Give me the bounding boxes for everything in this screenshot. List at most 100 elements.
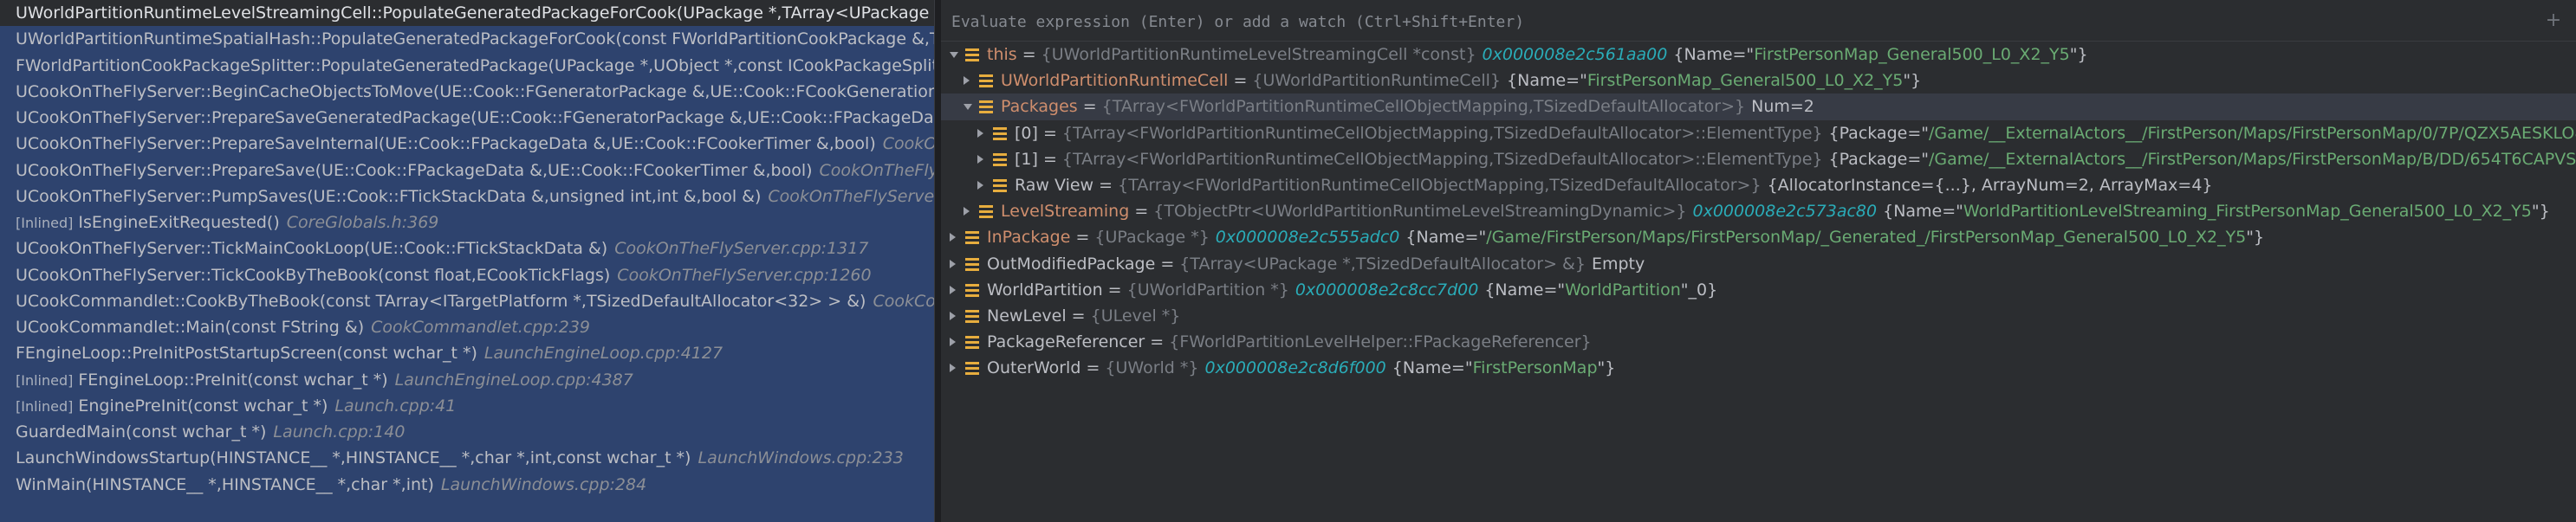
stack-frame[interactable]: LaunchWindowsStartup(HINSTANCE__ *,HINST… [0, 445, 934, 471]
variable-name: PackageReferencer [987, 332, 1145, 352]
variable-type: {UWorldPartitionRuntimeLevelStreamingCel… [1041, 45, 1476, 64]
stack-frame[interactable]: UWorldPartitionRuntimeSpatialHash::Popul… [0, 26, 934, 52]
variable-name: OutModifiedPackage [987, 254, 1156, 274]
stack-frame[interactable]: FEngineLoop::PreInitPostStartupScreen(co… [0, 340, 934, 366]
field-icon [993, 126, 1007, 140]
stack-frame[interactable]: UCookCommandlet::CookByTheBook(const TAr… [0, 288, 934, 314]
variable-row[interactable]: PackageReferencer = {FWorldPartitionLeve… [941, 329, 2576, 355]
chevron-right-icon[interactable] [950, 311, 956, 320]
stack-frame[interactable]: WinMain(HINSTANCE__ *,HINSTANCE__ *,char… [0, 472, 934, 498]
field-icon [965, 335, 979, 350]
variable-text: OuterWorld = {UWorld *} 0x000008e2c8d6f00… [987, 355, 1615, 381]
stack-frame[interactable]: [Inlined] IsEngineExitRequested() CoreGlob… [0, 209, 934, 235]
stack-frame[interactable]: UWorldPartitionRuntimeLevelStreamingCell… [0, 0, 934, 27]
chevron-right-icon[interactable] [964, 207, 970, 216]
variable-text: [0] = {TArray<FWorldPartitionRuntimeCell… [1015, 120, 2576, 146]
stack-frame[interactable]: [Inlined] FEngineLoop::PreInit(const wcha… [0, 367, 934, 393]
chevron-right-icon[interactable] [977, 154, 983, 164]
frame-source-location: CookOnTheFlyServer.cpp:1317 [614, 239, 869, 259]
variable-type: {TArray<FWorldPartitionRuntimeCellObject… [1061, 123, 1823, 143]
frame-source-location: CookOnTheFlyServer.cpp [882, 134, 934, 154]
chevron-right-icon[interactable] [950, 233, 956, 242]
variable-row[interactable]: OutModifiedPackage = {TArray<UPackage *,… [941, 251, 2576, 277]
variable-row[interactable]: [0] = {TArray<FWorldPartitionRuntimeCell… [941, 120, 2576, 146]
frame-source-location: LaunchEngineLoop.cpp:4127 [483, 344, 723, 364]
frame-function: UCookCommandlet::CookByTheBook(const TAr… [16, 291, 866, 311]
frame-function: FEngineLoop::PreInit(const wchar_t *) [78, 370, 388, 390]
variable-type: {ULevel *} [1090, 306, 1181, 325]
frame-function: UCookOnTheFlyServer::BeginCacheObjectsTo… [16, 81, 934, 101]
stack-frame[interactable]: UCookOnTheFlyServer::TickMainCookLoop(UE… [0, 235, 934, 261]
plus-icon[interactable]: + [2545, 11, 2562, 30]
variable-string-value: /Game/__ExternalActors__/FirstPerson/Map… [1929, 149, 2576, 169]
variable-type: {TArray<FWorldPartitionRuntimeCellObject… [1101, 97, 1746, 117]
chevron-right-icon[interactable] [950, 364, 956, 373]
variable-value-end: "} [2531, 202, 2550, 222]
variable-value-end: "} [2246, 228, 2265, 248]
frame-source-location: CookOnTheFlyServer.cpp:1260 [617, 265, 872, 285]
stack-frame[interactable]: [Inlined] EnginePreInit(const wchar_t *) L… [0, 393, 934, 419]
chevron-down-icon[interactable] [950, 52, 958, 58]
frame-source-location: CookCommandlet.cpp:239 [371, 318, 591, 337]
variable-row[interactable]: LevelStreaming = {TObjectPtr<UWorldParti… [941, 198, 2576, 224]
chevron-right-icon[interactable] [977, 180, 983, 190]
variable-text: NewLevel = {ULevel *} [987, 303, 1180, 329]
variable-row[interactable]: [1] = {TArray<FWorldPartitionRuntimeCell… [941, 146, 2576, 172]
chevron-right-icon[interactable] [950, 338, 956, 347]
variable-row[interactable]: NewLevel = {ULevel *} [941, 303, 2576, 329]
variable-row[interactable]: WorldPartition = {UWorldPartition *} 0x00… [941, 277, 2576, 303]
frame-function: UWorldPartitionRuntimeLevelStreamingCell… [16, 3, 934, 23]
variable-row[interactable]: InPackage = {UPackage *} 0x000008e2c555ad… [941, 224, 2576, 250]
variable-text: InPackage = {UPackage *} 0x000008e2c555ad… [987, 224, 2264, 250]
variable-value: {Package=" [1828, 123, 1929, 143]
chevron-down-icon[interactable] [964, 104, 972, 111]
variable-name: [0] [1015, 123, 1038, 143]
chevron-right-icon[interactable] [950, 285, 956, 294]
field-icon [965, 256, 979, 271]
variable-row[interactable]: UWorldPartitionRuntimeCell = {UWorldPart… [941, 68, 2576, 93]
variable-row[interactable]: Raw View = {TArray<FWorldPartitionRuntim… [941, 172, 2576, 198]
variable-name: UWorldPartitionRuntimeCell [1001, 71, 1229, 91]
variable-type: {UWorldPartition *} [1126, 280, 1289, 300]
chevron-right-icon[interactable] [950, 259, 956, 268]
variable-name: NewLevel [987, 306, 1067, 325]
variable-address: 0x000008e2c8cc7d00 [1294, 280, 1479, 300]
variable-name: Packages [1001, 97, 1078, 117]
equals-sign: = [1102, 280, 1127, 300]
inlined-tag: [Inlined] [16, 397, 74, 415]
stack-frame[interactable]: UCookOnTheFlyServer::PrepareSaveInternal… [0, 131, 934, 157]
stack-frame[interactable]: UCookOnTheFlyServer::BeginCacheObjectsTo… [0, 79, 934, 105]
equals-sign: = [1080, 358, 1106, 378]
frame-function: IsEngineExitRequested() [78, 213, 280, 232]
frame-function: UCookOnTheFlyServer::PumpSaves(UE::Cook:… [16, 186, 762, 206]
stack-frame[interactable]: UCookOnTheFlyServer::TickCookByTheBook(c… [0, 262, 934, 288]
variable-text: Packages = {TArray<FWorldPartitionRuntim… [1001, 93, 1814, 119]
equals-sign: = [1077, 97, 1102, 117]
stack-frame[interactable]: UCookOnTheFlyServer::PrepareSave(UE::Coo… [0, 158, 934, 184]
chevron-right-icon[interactable] [964, 76, 970, 86]
variable-row[interactable]: OuterWorld = {UWorld *} 0x000008e2c8d6f00… [941, 355, 2576, 381]
frame-source-location: CookOnTheFlyServer.cpp:34 [819, 160, 934, 180]
field-icon [993, 151, 1007, 166]
stack-frame[interactable]: UCookOnTheFlyServer::PumpSaves(UE::Cook:… [0, 184, 934, 209]
variables-panel: + this = {UWorldPartitionRuntimeLevelStr… [941, 0, 2576, 522]
variable-value: {Name=" [1484, 280, 1566, 300]
stack-frame[interactable]: UCookCommandlet::Main(const FString &) Co… [0, 314, 934, 340]
frame-function: FEngineLoop::PreInitPostStartupScreen(co… [16, 344, 477, 364]
stack-frame[interactable]: GuardedMain(const wchar_t *) Launch.cpp:1… [0, 419, 934, 445]
frame-source-location: Launch.cpp:41 [334, 396, 457, 416]
chevron-right-icon[interactable] [977, 128, 983, 138]
variable-type: {TObjectPtr<UWorldPartitionRuntimeLevelS… [1153, 202, 1687, 222]
stack-frame[interactable]: UCookOnTheFlyServer::PrepareSaveGenerate… [0, 105, 934, 131]
stack-frame[interactable]: FWorldPartitionCookPackageSplitter::Popu… [0, 53, 934, 79]
evaluate-expression-input[interactable] [950, 8, 2530, 35]
variable-name: LevelStreaming [1001, 202, 1130, 222]
variable-value-end: "} [2069, 45, 2088, 64]
equals-sign: = [1145, 332, 1170, 352]
frame-function: UCookCommandlet::Main(const FString &) [16, 318, 365, 337]
debugger-window: UWorldPartitionRuntimeLevelStreamingCell… [0, 0, 2576, 522]
variable-row[interactable]: this = {UWorldPartitionRuntimeLevelStrea… [941, 42, 2576, 68]
frame-function: EnginePreInit(const wchar_t *) [78, 396, 328, 416]
variable-row[interactable]: Packages = {TArray<FWorldPartitionRuntim… [941, 93, 2576, 120]
frame-function: UCookOnTheFlyServer::PrepareSaveInternal… [16, 134, 876, 154]
